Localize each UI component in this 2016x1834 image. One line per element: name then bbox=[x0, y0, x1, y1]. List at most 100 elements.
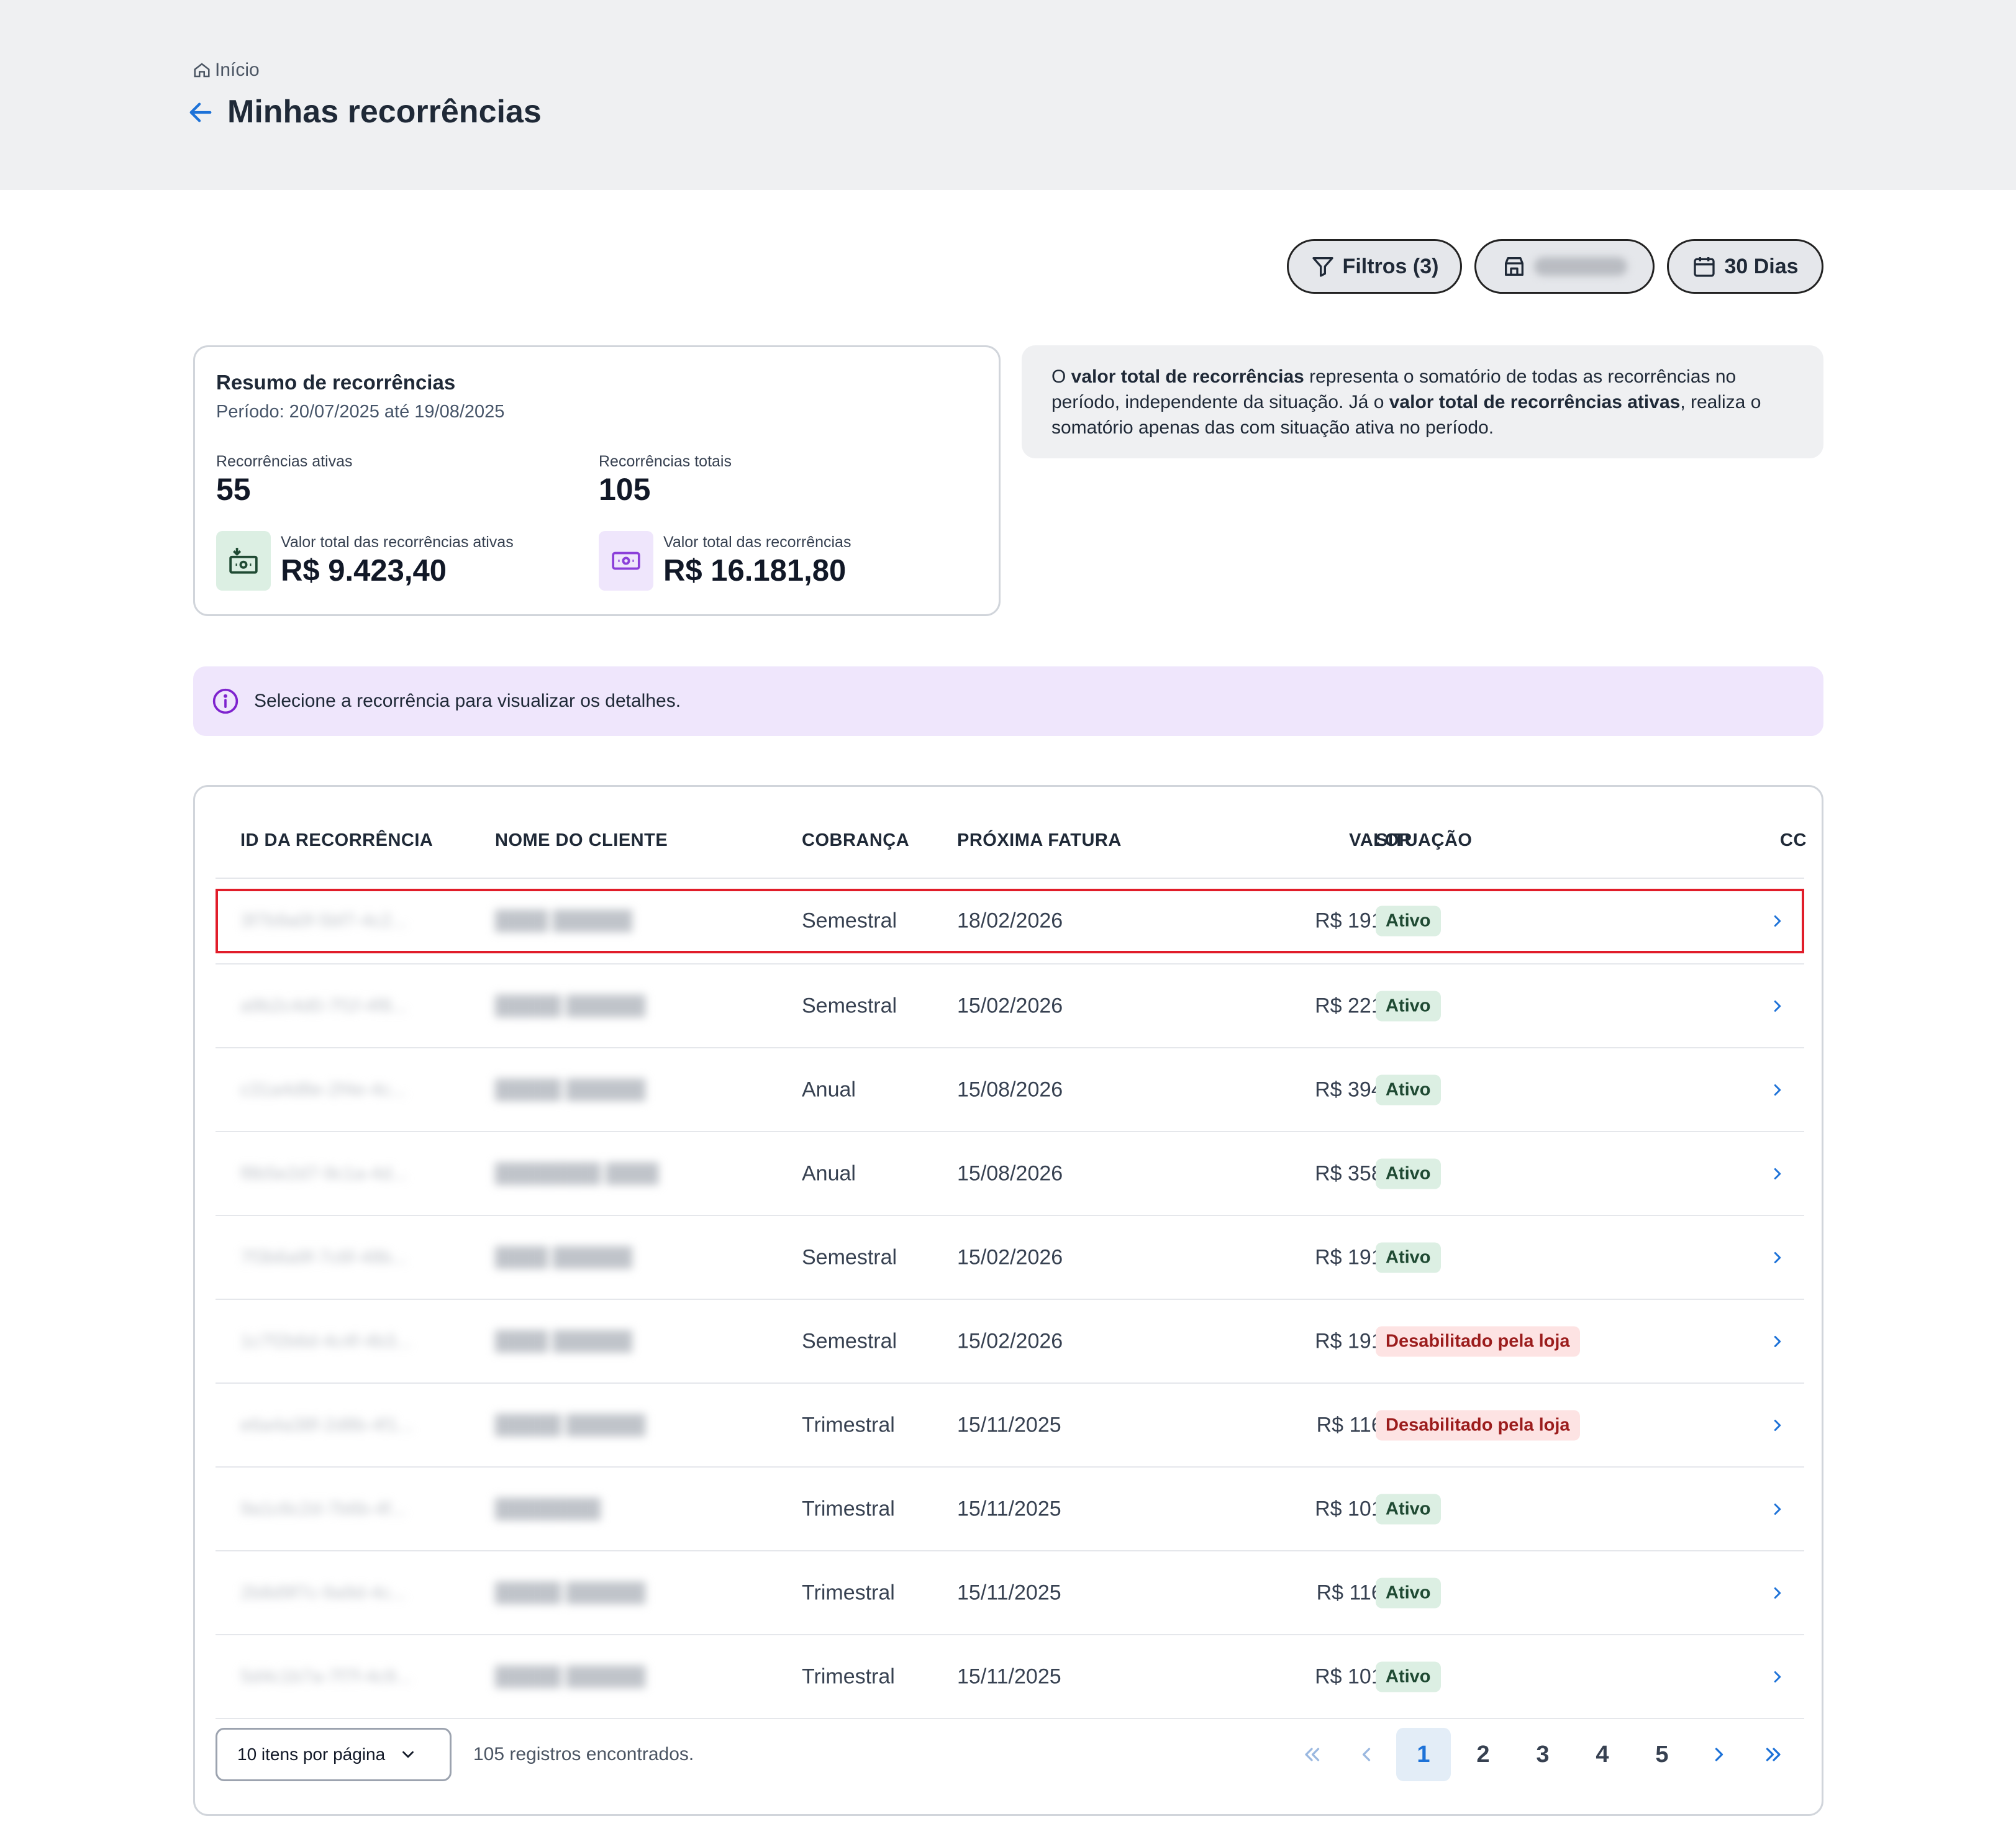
previous-page-button[interactable] bbox=[1339, 1728, 1394, 1781]
total-count-label: Recorrências totais bbox=[599, 453, 732, 470]
client-name: ████████ bbox=[495, 1498, 601, 1519]
next-invoice-date: 18/02/2026 bbox=[957, 909, 1063, 933]
recurrence-id: 2b8d9f7c-9a9d-4c... bbox=[240, 1582, 406, 1603]
table-row[interactable]: e6a4a38f-2d8b-4f1... █████ ██████ Trimestr… bbox=[216, 1383, 1804, 1467]
recurrence-id: e6a4a38f-2d8b-4f1... bbox=[240, 1414, 414, 1435]
recurrence-id: f8b5e2d7-9c1a-4d... bbox=[240, 1163, 407, 1184]
chevron-right-icon[interactable] bbox=[1768, 1668, 1787, 1686]
info-icon bbox=[212, 688, 238, 714]
next-page-button[interactable] bbox=[1692, 1728, 1746, 1781]
next-invoice-date: 15/11/2025 bbox=[957, 1413, 1061, 1437]
money-icon bbox=[599, 531, 653, 591]
chevron-right-icon[interactable] bbox=[1768, 1248, 1787, 1267]
recurrence-id: 9a1c6c2d-7b6b-4f... bbox=[240, 1498, 406, 1519]
chevron-right-icon[interactable] bbox=[1768, 1500, 1787, 1518]
money-in-icon bbox=[216, 531, 271, 591]
client-name: ████████ ████ bbox=[495, 1163, 659, 1184]
per-page-select[interactable]: 10 itens por página bbox=[216, 1728, 452, 1781]
header-cc[interactable]: CC bbox=[1780, 830, 1807, 851]
client-name: ████ ██████ bbox=[495, 910, 632, 931]
table-row[interactable]: f8b5e2d7-9c1a-4d... ████████ ████ Anual 15/… bbox=[216, 1132, 1804, 1215]
page-button-5[interactable]: 5 bbox=[1635, 1728, 1689, 1781]
records-count: 105 registros encontrados. bbox=[473, 1744, 694, 1764]
client-name: █████ ██████ bbox=[495, 1582, 646, 1603]
recurrence-id: 3f7b9a0f-5bf7-4c2... bbox=[240, 910, 407, 931]
client-name: ████ ██████ bbox=[495, 1330, 632, 1351]
calendar-icon bbox=[1694, 257, 1715, 277]
summary-explanation-note: O valor total de recorrências representa… bbox=[1022, 345, 1823, 458]
note-bold-1: valor total de recorrências bbox=[1071, 366, 1304, 387]
client-name: ████ ██████ bbox=[495, 1246, 632, 1268]
total-value: R$ 16.181,80 bbox=[663, 554, 847, 588]
client-name: █████ ██████ bbox=[495, 1414, 646, 1435]
chevron-right-icon[interactable] bbox=[1768, 1416, 1787, 1435]
page-button-2[interactable]: 2 bbox=[1456, 1728, 1510, 1781]
first-page-button[interactable] bbox=[1284, 1728, 1339, 1781]
double-chevron-left-icon bbox=[1305, 1748, 1320, 1761]
billing-cycle: Trimestral bbox=[802, 1497, 895, 1520]
page-header: Início Minhas recorrências bbox=[0, 0, 2016, 190]
breadcrumb-home-label[interactable]: Início bbox=[215, 60, 260, 81]
chevron-right-icon[interactable] bbox=[1768, 1081, 1787, 1099]
header-next-invoice[interactable]: PRÓXIMA FATURA bbox=[957, 830, 1122, 851]
status-badge: Ativo bbox=[1376, 1242, 1441, 1273]
store-selector-button[interactable] bbox=[1474, 239, 1655, 294]
summary-title: Resumo de recorrências bbox=[216, 371, 456, 394]
client-name: █████ ██████ bbox=[495, 1079, 646, 1100]
chevron-right-icon[interactable] bbox=[1768, 912, 1787, 930]
next-invoice-date: 15/11/2025 bbox=[957, 1664, 1061, 1688]
active-value-label: Valor total das recorrências ativas bbox=[281, 533, 514, 551]
next-invoice-date: 15/02/2026 bbox=[957, 1245, 1063, 1269]
period-label: 30 Dias bbox=[1724, 254, 1799, 278]
billing-cycle: Semestral bbox=[802, 1329, 897, 1353]
double-chevron-right-icon bbox=[1766, 1748, 1781, 1761]
recurrences-table: ID DA RECORRÊNCIA NOME DO CLIENTE COBRAN… bbox=[193, 785, 1823, 1816]
chevron-right-icon[interactable] bbox=[1768, 1584, 1787, 1602]
arrow-left-icon[interactable] bbox=[186, 98, 215, 127]
billing-cycle: Semestral bbox=[802, 994, 897, 1017]
table-row[interactable]: 3f7b9a0f-5bf7-4c2... ████ ██████ Semestral… bbox=[216, 889, 1804, 953]
billing-cycle: Anual bbox=[802, 1161, 856, 1185]
table-row[interactable]: 2b8d9f7c-9a9d-4c... █████ ██████ Trimestra… bbox=[216, 1551, 1804, 1635]
table-row[interactable]: 1c7f2b6d-4c4f-4b3... ████ ██████ Semestral… bbox=[216, 1299, 1804, 1383]
page-button-3[interactable]: 3 bbox=[1515, 1728, 1570, 1781]
header-client[interactable]: NOME DO CLIENTE bbox=[495, 830, 668, 851]
status-badge: Desabilitado pela loja bbox=[1376, 1410, 1580, 1440]
summary-period: Período: 20/07/2025 até 19/08/2025 bbox=[216, 402, 505, 422]
status-badge: Ativo bbox=[1376, 1074, 1441, 1105]
chevron-right-icon[interactable] bbox=[1768, 1164, 1787, 1183]
table-row[interactable]: a9b2c4d0-7f1f-4f8... █████ ██████ Semestra… bbox=[216, 964, 1804, 1048]
note-bold-2: valor total de recorrências ativas bbox=[1389, 392, 1681, 412]
table-row[interactable]: 9a1c6c2d-7b6b-4f... ████████ Trimestral 15/… bbox=[216, 1467, 1804, 1551]
last-page-button[interactable] bbox=[1746, 1728, 1801, 1781]
total-count-value: 105 bbox=[599, 472, 651, 507]
active-value: R$ 9.423,40 bbox=[281, 554, 447, 588]
table-row[interactable]: 7f3b6a9f-7c6f-48b... ████ ██████ Semestral… bbox=[216, 1215, 1804, 1299]
breadcrumb[interactable]: Início bbox=[193, 60, 260, 81]
header-status[interactable]: SITUAÇÃO bbox=[1376, 830, 1472, 851]
page-button-1[interactable]: 1 bbox=[1396, 1728, 1451, 1781]
home-icon bbox=[194, 63, 210, 78]
chevron-right-icon[interactable] bbox=[1768, 997, 1787, 1015]
store-name-redacted bbox=[1534, 257, 1627, 276]
table-row[interactable]: c31a4d8e-2f4e-4c... █████ ██████ Anual 15/0… bbox=[216, 1048, 1804, 1132]
next-invoice-date: 15/08/2026 bbox=[957, 1078, 1063, 1101]
filters-label: Filtros (3) bbox=[1342, 254, 1439, 278]
period-button[interactable]: 30 Dias bbox=[1667, 239, 1823, 294]
filters-button[interactable]: Filtros (3) bbox=[1287, 239, 1462, 294]
header-id[interactable]: ID DA RECORRÊNCIA bbox=[240, 830, 433, 851]
billing-cycle: Anual bbox=[802, 1078, 856, 1101]
table-row[interactable]: 5d4c1b7a-7f7f-4c9... █████ ██████ Trimestr… bbox=[216, 1635, 1804, 1718]
recurrence-id: a9b2c4d0-7f1f-4f8... bbox=[240, 995, 407, 1016]
billing-cycle: Trimestral bbox=[802, 1413, 895, 1437]
active-count-value: 55 bbox=[216, 472, 251, 507]
header-billing[interactable]: COBRANÇA bbox=[802, 830, 909, 851]
filter-icon bbox=[1312, 257, 1333, 277]
billing-cycle: Semestral bbox=[802, 1245, 897, 1269]
next-invoice-date: 15/11/2025 bbox=[957, 1497, 1061, 1520]
chevron-right-icon[interactable] bbox=[1768, 1332, 1787, 1351]
page-title: Minhas recorrências bbox=[227, 94, 542, 130]
page-button-4[interactable]: 4 bbox=[1575, 1728, 1630, 1781]
row-divider bbox=[216, 1718, 1804, 1719]
header-divider bbox=[216, 878, 1804, 879]
